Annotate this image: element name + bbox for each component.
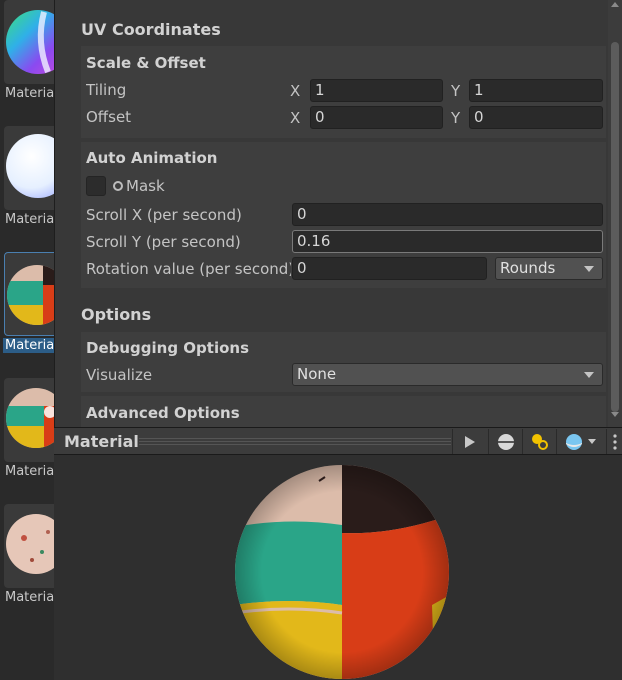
painted-ball-icon (7, 265, 54, 325)
preview-title: Material (64, 432, 139, 451)
preview-background-dropdown[interactable] (556, 429, 604, 454)
tiling-x-axis-label: X (290, 82, 301, 100)
lights-icon (532, 434, 548, 450)
offset-x-axis-label: X (290, 109, 301, 127)
rotation-label: Rotation value (per second) (86, 260, 291, 278)
asset-thumbnail (4, 126, 54, 210)
chevron-down-icon (584, 372, 594, 378)
asset-label: Materia (5, 212, 54, 227)
scroll-y-field[interactable]: 0.16 (292, 230, 603, 253)
asset-label: Materia (5, 464, 54, 479)
sphere-mesh-icon (498, 434, 514, 450)
rainbow-ball-icon (6, 10, 54, 74)
material-inspector: UV Coordinates Scale & Offset Tiling X 1… (54, 0, 622, 427)
auto-animation-title: Auto Animation (86, 149, 218, 167)
asset-thumbnail (4, 252, 54, 336)
asset-thumbnail (4, 378, 54, 462)
more-icon (613, 434, 617, 450)
tiling-y-axis-label: Y (451, 82, 461, 100)
scroll-x-label: Scroll X (per second) (86, 206, 242, 224)
asset-item-material-4[interactable]: Materia (0, 378, 54, 490)
scroll-down-icon[interactable] (611, 412, 619, 417)
skin-ball-icon (6, 514, 54, 574)
mask-checkbox[interactable] (86, 176, 106, 196)
preview-lights-button[interactable] (522, 429, 556, 454)
mask-label: Mask (126, 177, 165, 195)
scroll-x-field[interactable]: 0 (292, 203, 603, 226)
tiling-y-field[interactable]: 1 (469, 79, 603, 102)
asset-label: Materia (3, 338, 54, 353)
offset-x-field[interactable]: 0 (310, 106, 443, 129)
scrollbar-thumb[interactable] (611, 42, 619, 412)
offset-label: Offset (86, 108, 132, 126)
asset-item-material-3[interactable]: Materia (0, 252, 54, 364)
visualize-dropdown[interactable]: None (292, 363, 603, 386)
scroll-y-label: Scroll Y (per second) (86, 233, 241, 251)
asset-item-material-5[interactable]: Materia (0, 504, 54, 616)
visualize-value: None (297, 365, 337, 383)
scale-offset-title: Scale & Offset (86, 54, 206, 72)
options-title: Options (81, 305, 152, 324)
rotation-field[interactable]: 0 (292, 257, 487, 280)
more-options-button[interactable] (606, 429, 622, 454)
visualize-label: Visualize (86, 366, 153, 384)
inspector-scrollbar[interactable] (608, 0, 622, 427)
mask-icon (113, 181, 123, 191)
asset-item-material-2[interactable]: Materia (0, 126, 54, 238)
tiling-x-field[interactable]: 1 (310, 79, 443, 102)
material-preview[interactable] (54, 455, 622, 680)
chevron-down-icon (584, 266, 594, 272)
painted-ball-icon (6, 388, 54, 448)
asset-thumbnail (4, 0, 54, 84)
offset-y-axis-label: Y (451, 109, 461, 127)
preview-header: Material (54, 427, 622, 455)
resize-grip[interactable] (139, 438, 451, 445)
debugging-options-title: Debugging Options (86, 339, 250, 357)
asset-thumbnail (4, 504, 54, 588)
asset-item-material-1[interactable]: Materia (0, 0, 54, 112)
background-sphere-icon (566, 434, 582, 450)
rotation-unit-dropdown[interactable]: Rounds (495, 257, 603, 280)
preview-sphere (235, 465, 449, 679)
asset-strip: Materia Materia Materia Materia Materia (0, 0, 54, 680)
rotation-unit-value: Rounds (500, 259, 556, 277)
asset-label: Materia (5, 86, 54, 101)
preview-mesh-button[interactable] (488, 429, 522, 454)
offset-y-field[interactable]: 0 (469, 106, 603, 129)
play-button[interactable] (452, 429, 486, 454)
advanced-options-title: Advanced Options (86, 404, 240, 422)
play-icon (465, 436, 475, 448)
scroll-up-icon[interactable] (611, 2, 619, 7)
uv-coordinates-title: UV Coordinates (81, 20, 221, 39)
white-ball-icon (6, 134, 54, 198)
asset-label: Materia (5, 590, 54, 605)
chevron-down-icon (588, 439, 596, 444)
tiling-label: Tiling (86, 81, 127, 99)
